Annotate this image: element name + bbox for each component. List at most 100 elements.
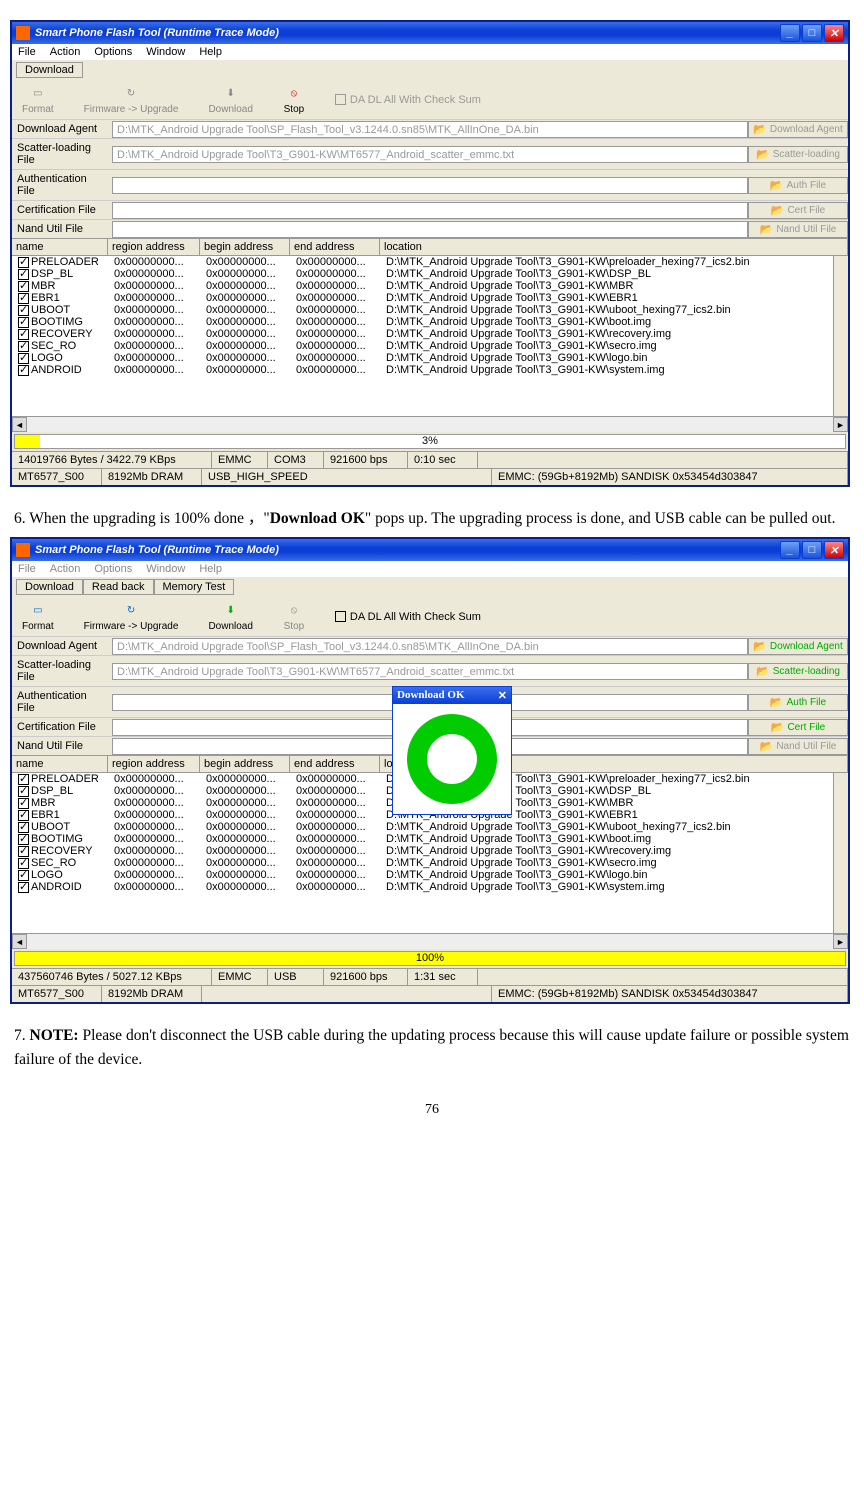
menu-action[interactable]: Action [50,563,81,575]
horiz-scrollbar[interactable]: ◄► [12,416,848,432]
window-title: Smart Phone Flash Tool (Runtime Trace Mo… [35,27,279,39]
col-end[interactable]: end address [290,239,380,255]
menu-help[interactable]: Help [199,563,222,575]
tab-download[interactable]: Download [16,579,83,595]
browse-button[interactable]: 📂Cert File [748,719,848,736]
menu-action[interactable]: Action [50,46,81,58]
cell-location: D:\MTK_Android Upgrade Tool\T3_G901-KW\r… [382,845,846,857]
stop-button[interactable]: ⦸Stop [283,84,305,115]
minimize-button[interactable]: _ [780,541,800,559]
download-button[interactable]: ⬇Download [208,84,252,115]
horiz-scrollbar[interactable]: ◄► [12,933,848,949]
cell-region: 0x00000000... [110,340,202,352]
file-path-input[interactable]: D:\MTK_Android Upgrade Tool\SP_Flash_Too… [112,638,748,655]
maximize-button[interactable]: □ [802,541,822,559]
firmware-upgrade-button[interactable]: ↻Firmware -> Upgrade [84,84,179,115]
cell-begin: 0x00000000... [202,304,292,316]
popup-close-icon[interactable]: ✕ [498,689,507,702]
format-button[interactable]: ▭Format [22,84,54,115]
table-row[interactable]: RECOVERY0x00000000...0x00000000...0x0000… [12,328,848,340]
col-region[interactable]: region address [108,239,200,255]
table-row[interactable]: RECOVERY0x00000000...0x00000000...0x0000… [12,845,848,857]
browse-button[interactable]: 📂Scatter-loading [748,663,848,680]
menu-file[interactable]: File [18,563,36,575]
file-path-input[interactable]: D:\MTK_Android Upgrade Tool\T3_G901-KW\M… [112,663,748,680]
minimize-button[interactable]: _ [780,24,800,42]
table-row[interactable]: UBOOT0x00000000...0x00000000...0x0000000… [12,821,848,833]
file-path-input[interactable] [112,221,748,238]
row-checkbox[interactable] [18,365,29,376]
vert-scrollbar[interactable] [833,256,848,416]
col-region[interactable]: region address [108,756,200,772]
tab-memtest[interactable]: Memory Test [154,579,235,595]
file-path-input[interactable] [112,202,748,219]
folder-open-icon: 📂 [760,223,774,236]
format-button[interactable]: ▭Format [22,601,54,632]
popup-titlebar[interactable]: Download OK✕ [393,687,511,704]
menu-help[interactable]: Help [199,46,222,58]
col-name[interactable]: name [12,756,108,772]
table-row[interactable]: ANDROID0x00000000...0x00000000...0x00000… [12,364,848,376]
browse-button[interactable]: 📂Nand Util File [748,221,848,238]
row-checkbox[interactable] [18,882,29,893]
folder-open-icon: 📂 [756,148,770,161]
download-icon: ⬇ [220,84,242,102]
tab-download[interactable]: Download [16,62,83,78]
stop-button[interactable]: ⦸Stop [283,601,305,632]
close-button[interactable]: ✕ [824,24,844,42]
table-row[interactable]: LOGO0x00000000...0x00000000...0x00000000… [12,869,848,881]
menu-options[interactable]: Options [94,46,132,58]
file-label: Nand Util File [12,220,112,238]
browse-button[interactable]: 📂Nand Util File [748,738,848,755]
checksum-checkbox[interactable]: DA DL All With Check Sum [335,94,481,106]
cell-begin: 0x00000000... [202,857,292,869]
browse-button[interactable]: 📂Cert File [748,202,848,219]
cell-name: RECOVERY [14,328,110,340]
tab-readback[interactable]: Read back [83,579,154,595]
firmware-upgrade-button[interactable]: ↻Firmware -> Upgrade [84,601,179,632]
table-row[interactable]: LOGO0x00000000...0x00000000...0x00000000… [12,352,848,364]
cell-end: 0x00000000... [292,881,382,893]
upgrade-icon: ↻ [120,601,142,619]
cell-name: MBR [14,280,110,292]
col-begin[interactable]: begin address [200,756,290,772]
maximize-button[interactable]: □ [802,24,822,42]
table-row[interactable]: UBOOT0x00000000...0x00000000...0x0000000… [12,304,848,316]
browse-button[interactable]: 📂Scatter-loading [748,146,848,163]
file-path-input[interactable]: D:\MTK_Android Upgrade Tool\T3_G901-KW\M… [112,146,748,163]
table-row[interactable]: MBR0x00000000...0x00000000...0x00000000.… [12,280,848,292]
menu-file[interactable]: File [18,46,36,58]
table-row[interactable]: SEC_RO0x00000000...0x00000000...0x000000… [12,857,848,869]
col-name[interactable]: name [12,239,108,255]
status-cell: 0:10 sec [408,452,478,468]
col-location[interactable]: location [380,239,848,255]
table-row[interactable]: PRELOADER0x00000000...0x00000000...0x000… [12,256,848,268]
format-icon: ▭ [27,601,49,619]
vert-scrollbar[interactable] [833,773,848,933]
browse-button[interactable]: 📂Download Agent [748,121,848,138]
table-row[interactable]: DSP_BL0x00000000...0x00000000...0x000000… [12,268,848,280]
menu-options[interactable]: Options [94,563,132,575]
col-end[interactable]: end address [290,756,380,772]
table-row[interactable]: BOOTIMG0x00000000...0x00000000...0x00000… [12,316,848,328]
file-path-input[interactable]: D:\MTK_Android Upgrade Tool\SP_Flash_Too… [112,121,748,138]
close-button[interactable]: ✕ [824,541,844,559]
table-row[interactable]: ANDROID0x00000000...0x00000000...0x00000… [12,881,848,893]
file-path-input[interactable] [112,177,748,194]
titlebar[interactable]: Smart Phone Flash Tool (Runtime Trace Mo… [12,22,848,44]
cell-name: BOOTIMG [14,833,110,845]
download-button[interactable]: ⬇Download [208,601,252,632]
menu-window[interactable]: Window [146,46,185,58]
checksum-checkbox[interactable]: DA DL All With Check Sum [335,611,481,623]
browse-button[interactable]: 📂Auth File [748,177,848,194]
cell-end: 0x00000000... [292,845,382,857]
titlebar[interactable]: Smart Phone Flash Tool (Runtime Trace Mo… [12,539,848,561]
menu-window[interactable]: Window [146,563,185,575]
table-row[interactable]: BOOTIMG0x00000000...0x00000000...0x00000… [12,833,848,845]
browse-button[interactable]: 📂Download Agent [748,638,848,655]
col-begin[interactable]: begin address [200,239,290,255]
table-row[interactable]: EBR10x00000000...0x00000000...0x00000000… [12,292,848,304]
browse-button[interactable]: 📂Auth File [748,694,848,711]
cell-begin: 0x00000000... [202,256,292,268]
table-row[interactable]: SEC_RO0x00000000...0x00000000...0x000000… [12,340,848,352]
